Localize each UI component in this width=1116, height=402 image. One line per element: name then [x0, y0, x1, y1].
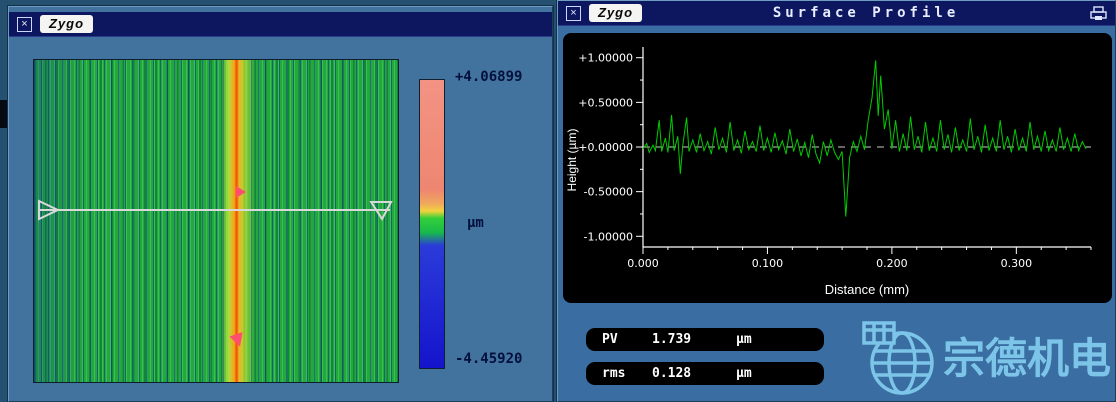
rms-readout: rms 0.128 µm [586, 362, 824, 385]
svg-text:+0.00000: +0.00000 [579, 141, 633, 154]
colorbar-min-label: -4.45920 [455, 351, 522, 367]
surface-profile-titlebar[interactable]: × Zygo Surface Profile [558, 1, 1115, 26]
y-axis-label: Height (µm) [565, 128, 579, 191]
profile-plot: +1.00000 +0.50000 +0.00000 -0.50000 -1.00000… [579, 37, 1109, 277]
svg-text:+1.00000: +1.00000 [579, 52, 633, 65]
height-colorbar [419, 79, 445, 369]
rms-label: rms [586, 366, 652, 381]
window-title: Surface Profile [650, 5, 1082, 21]
svg-text:-1.00000: -1.00000 [584, 230, 633, 243]
svg-text:+0.50000: +0.50000 [579, 96, 633, 109]
surface-map[interactable] [33, 59, 399, 383]
surface-map-window: × Zygo +4.06899 µm -4.45920 [8, 6, 553, 402]
pv-label: PV [586, 332, 652, 347]
print-icon [1090, 6, 1107, 21]
surface-map-titlebar[interactable]: × Zygo [9, 12, 552, 37]
svg-text:0.200: 0.200 [876, 257, 908, 270]
close-button[interactable]: × [566, 6, 581, 21]
zygo-logo-button[interactable]: Zygo [589, 4, 642, 22]
pv-value: 1.739 [652, 332, 736, 347]
rms-value: 0.128 [652, 366, 736, 381]
zygo-logo-button[interactable]: Zygo [40, 15, 93, 33]
close-button[interactable]: × [17, 17, 32, 32]
svg-text:0.300: 0.300 [1001, 257, 1033, 270]
colorbar-unit-label: µm [467, 215, 484, 231]
colorbar-max-label: +4.06899 [455, 69, 522, 85]
profile-slice-line[interactable] [34, 60, 398, 382]
zygo-metropro-screen: × Zygo +4.06899 µm -4.45920 × Zygo Surfa… [0, 0, 1116, 402]
close-icon: × [21, 18, 27, 30]
close-icon: × [570, 7, 576, 19]
pv-readout: PV 1.739 µm [586, 328, 824, 351]
globe-icon [861, 317, 939, 401]
x-axis-label: Distance (mm) [643, 282, 1091, 297]
watermark: 宗德机电 [861, 317, 1111, 401]
pv-unit: µm [736, 332, 824, 347]
print-button[interactable] [1090, 6, 1107, 21]
watermark-text: 宗德机电 [943, 338, 1111, 380]
rms-unit: µm [736, 366, 824, 381]
surface-profile-window: × Zygo Surface Profile Height (µm) +1.00… [557, 0, 1116, 402]
background-window-edge [0, 100, 8, 128]
svg-text:0.100: 0.100 [752, 257, 784, 270]
svg-text:0.000: 0.000 [627, 257, 659, 270]
profile-chart-panel: Height (µm) +1.00000 +0.50000 +0.00000 -0.5… [563, 33, 1112, 303]
svg-text:-0.50000: -0.50000 [584, 186, 633, 199]
